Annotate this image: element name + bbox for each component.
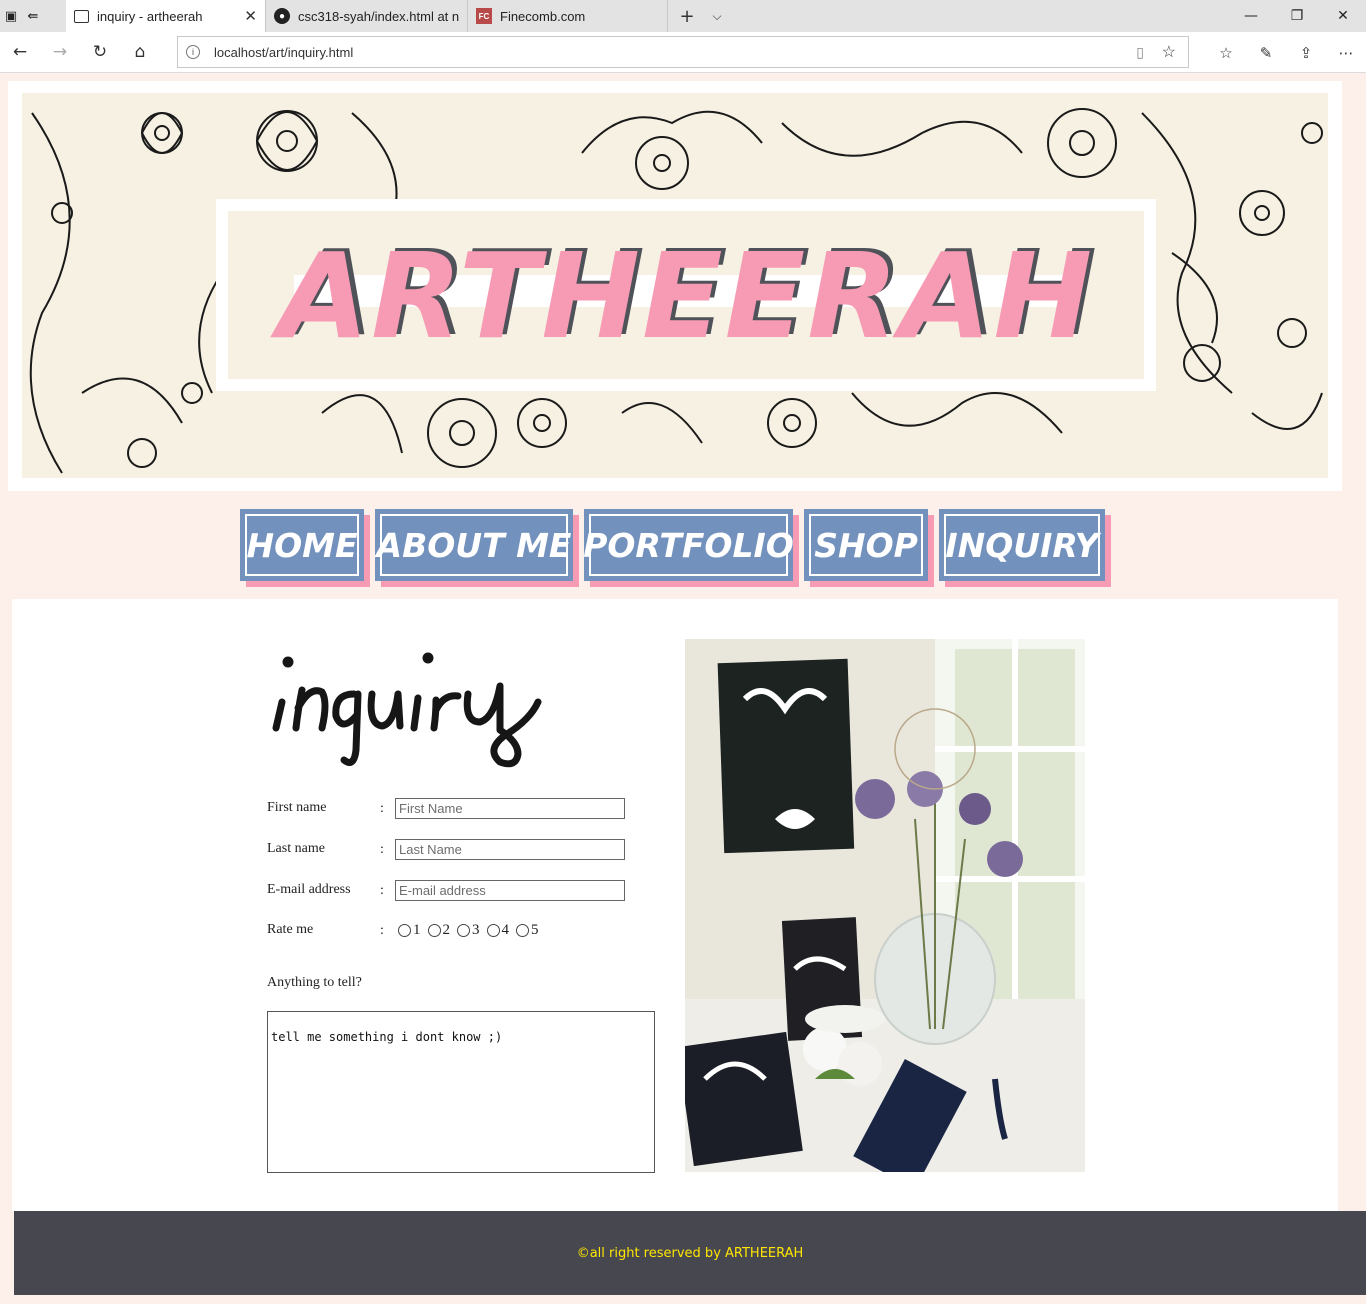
window-controls: — ❐ ✕ [1228,8,1366,24]
tab-actions-icon[interactable]: ▣ [0,0,22,32]
colon: : [380,801,384,816]
browser-tools: ☆ ✎ ⇪ ⋯ [1206,32,1366,73]
logo-box: ARTHEERAH [228,211,1144,379]
site-logo[interactable]: ARTHEERAH [228,231,1144,361]
new-tab-icon[interactable]: + [672,6,702,27]
rating-radio-5[interactable] [516,924,529,937]
rating-group: 1 2 3 4 5 [398,922,546,939]
rating-radio-2[interactable] [427,924,441,937]
reading-view-icon[interactable]: ▯ [1136,44,1144,61]
refresh-icon[interactable]: ↻ [80,42,120,62]
footer-text: ©all right reserved by ARTHEERAH [576,1245,804,1261]
nav-shop[interactable]: SHOP [804,509,928,581]
tab-inquiry[interactable]: inquiry - artheerah ✕ [66,0,266,32]
tab-finecomb[interactable]: FC Finecomb.com [468,0,668,32]
github-icon: ● [274,8,290,24]
back-icon[interactable]: ← [0,42,40,62]
tab-github[interactable]: ● csc318-syah/index.html at n [266,0,468,32]
tab-title: Finecomb.com [500,8,586,24]
rating-option-label: 5 [531,922,539,938]
first-name-label: First name [267,800,327,815]
finecomb-icon: FC [476,8,492,24]
nav-portfolio-label: PORTFOLIO [583,514,794,576]
nav-portfolio[interactable]: PORTFOLIO [583,509,794,581]
browser-toolbar: ← → ↻ ⌂ i localhost/art/inquiry.html ▯ ☆… [0,32,1366,73]
logo-frame: ARTHEERAH [216,199,1156,391]
footer: ©all right reserved by ARTHEERAH [14,1211,1366,1295]
last-name-field[interactable] [395,839,625,860]
rating-option-label: 3 [472,922,480,938]
nav-home[interactable]: HOME [240,509,364,581]
banner: ARTHEERAH [8,81,1342,491]
colon: : [380,883,384,898]
message-label: Anything to tell? [267,975,362,990]
more-icon[interactable]: ⋯ [1326,44,1366,62]
email-field[interactable] [395,880,625,901]
content-panel [12,599,1338,1211]
rating-option-label: 4 [501,922,510,938]
nav-inquiry-label: INQUIRY [944,514,1100,576]
favorites-icon[interactable]: ☆ [1206,44,1246,62]
tab-title: inquiry - artheerah [97,8,203,24]
info-icon[interactable]: i [186,45,200,59]
nav-home-label: HOME [245,514,359,576]
message-textarea[interactable]: tell me something i dont know ;) [267,1011,655,1173]
close-window-icon[interactable]: ✕ [1320,8,1366,24]
first-name-field[interactable] [395,798,625,819]
close-icon[interactable]: ✕ [244,7,257,25]
favorite-star-icon[interactable]: ☆ [1162,42,1176,62]
nav-shop-label: SHOP [809,514,923,576]
set-tabs-aside-icon[interactable]: ⇚ [22,0,44,32]
nav-inquiry[interactable]: INQUIRY [939,509,1105,581]
browser-tab-bar: ▣ ⇚ inquiry - artheerah ✕ ● csc318-syah/… [0,0,1366,32]
rating-option-label: 1 [413,922,421,938]
restore-icon[interactable]: ❐ [1274,8,1320,24]
pen-icon[interactable]: ✎ [1246,44,1286,62]
colon: : [380,923,384,938]
colon: : [380,842,384,857]
forward-icon[interactable]: → [40,42,80,62]
chevron-down-icon[interactable]: ⌵ [702,9,732,24]
url-text: localhost/art/inquiry.html [214,44,354,60]
nav-about-me-label: ABOUT ME [377,514,571,576]
rate-label: Rate me [267,922,314,937]
main-nav: HOME ABOUT ME PORTFOLIO SHOP INQUIRY [0,509,1366,589]
floral-pattern-image: ARTHEERAH [22,93,1328,478]
inquiry-heading [268,650,598,779]
email-label: E-mail address [267,882,351,897]
last-name-label: Last name [267,841,325,856]
rating-radio-3[interactable] [457,924,470,937]
minimize-icon[interactable]: — [1228,8,1274,24]
rating-radio-4[interactable] [486,924,500,937]
tab-title: csc318-syah/index.html at n [298,8,459,24]
rating-option-label: 2 [442,922,451,938]
nav-about-me[interactable]: ABOUT ME [375,509,573,581]
page-icon [74,9,89,23]
artwork-photo [685,639,1085,1172]
home-icon[interactable]: ⌂ [120,42,160,62]
rating-radio-1[interactable] [398,924,411,937]
share-icon[interactable]: ⇪ [1286,44,1326,62]
address-bar[interactable]: i localhost/art/inquiry.html ▯ ☆ [177,36,1189,68]
